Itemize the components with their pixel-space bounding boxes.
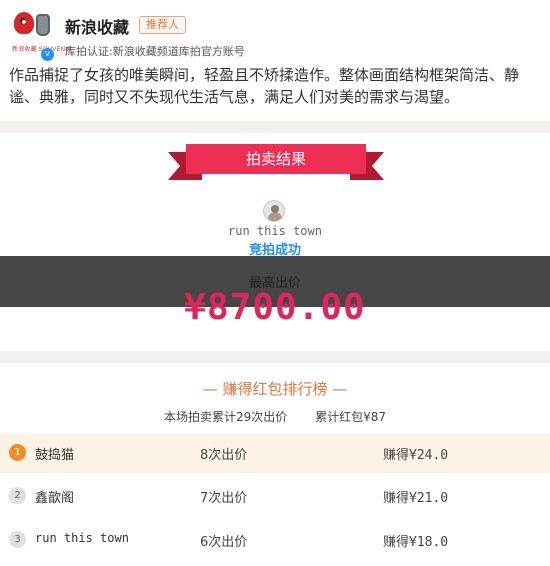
publisher-name[interactable]: 新浪收藏	[65, 14, 129, 38]
rank-earned: 赚得¥21.0	[383, 491, 449, 506]
total-red-packet: 累计红包¥87	[315, 410, 386, 424]
ranking-summary: 本场拍卖累计29次出价 累计红包¥87	[0, 408, 550, 425]
rank-user: 鑫歆阁	[35, 491, 75, 506]
highest-bid-price: ¥8700.00	[184, 287, 366, 328]
jar-icon	[36, 14, 50, 36]
rank-number: 2	[9, 487, 26, 504]
rank-earned: 赚得¥18.0	[383, 535, 449, 550]
auction-result-banner: 拍卖结果	[168, 144, 384, 180]
rank-number: 1	[9, 444, 26, 461]
rank-bids: 8次出价	[200, 448, 248, 463]
ranking-title: — 赚得红包排行榜 —	[202, 380, 348, 398]
certification-text: 库拍认证:新浪收藏频道库拍官方账号	[65, 45, 245, 58]
artwork-description: 作品捕捉了女孩的唯美瞬间，轻盈且不矫揉造作。整体画面结构框架简洁、静谧、典雅，同…	[9, 66, 520, 106]
rank-number: 3	[9, 531, 26, 548]
winner-avatar[interactable]	[263, 200, 285, 222]
ranking-row[interactable]: 3 run this town 6次出价 赚得¥18.0	[0, 520, 550, 560]
rank-user: run this town	[35, 531, 129, 545]
ranking-row[interactable]: 1 鼓捣猫 8次出价 赚得¥24.0	[0, 433, 550, 473]
rank-bids: 7次出价	[200, 491, 248, 506]
publisher-header: 新浪收藏 SOUVENIR v 新浪收藏 推荐人 库拍认证:新浪收藏频道库拍官方…	[0, 0, 550, 61]
total-bids: 本场拍卖累计29次出价	[163, 410, 288, 424]
ranking-row[interactable]: 2 鑫歆阁 7次出价 赚得¥21.0	[0, 476, 550, 516]
rank-user: 鼓捣猫	[35, 448, 75, 463]
verified-badge-icon: v	[41, 48, 54, 61]
winner-name: run this town	[228, 224, 322, 238]
bird-mascot-icon	[14, 12, 34, 34]
recommender-tag: 推荐人	[139, 16, 186, 34]
rank-earned: 赚得¥24.0	[383, 448, 449, 463]
section-divider	[0, 351, 550, 363]
section-divider	[0, 121, 550, 133]
rank-bids: 6次出价	[200, 535, 248, 550]
banner-label: 拍卖结果	[186, 144, 366, 174]
